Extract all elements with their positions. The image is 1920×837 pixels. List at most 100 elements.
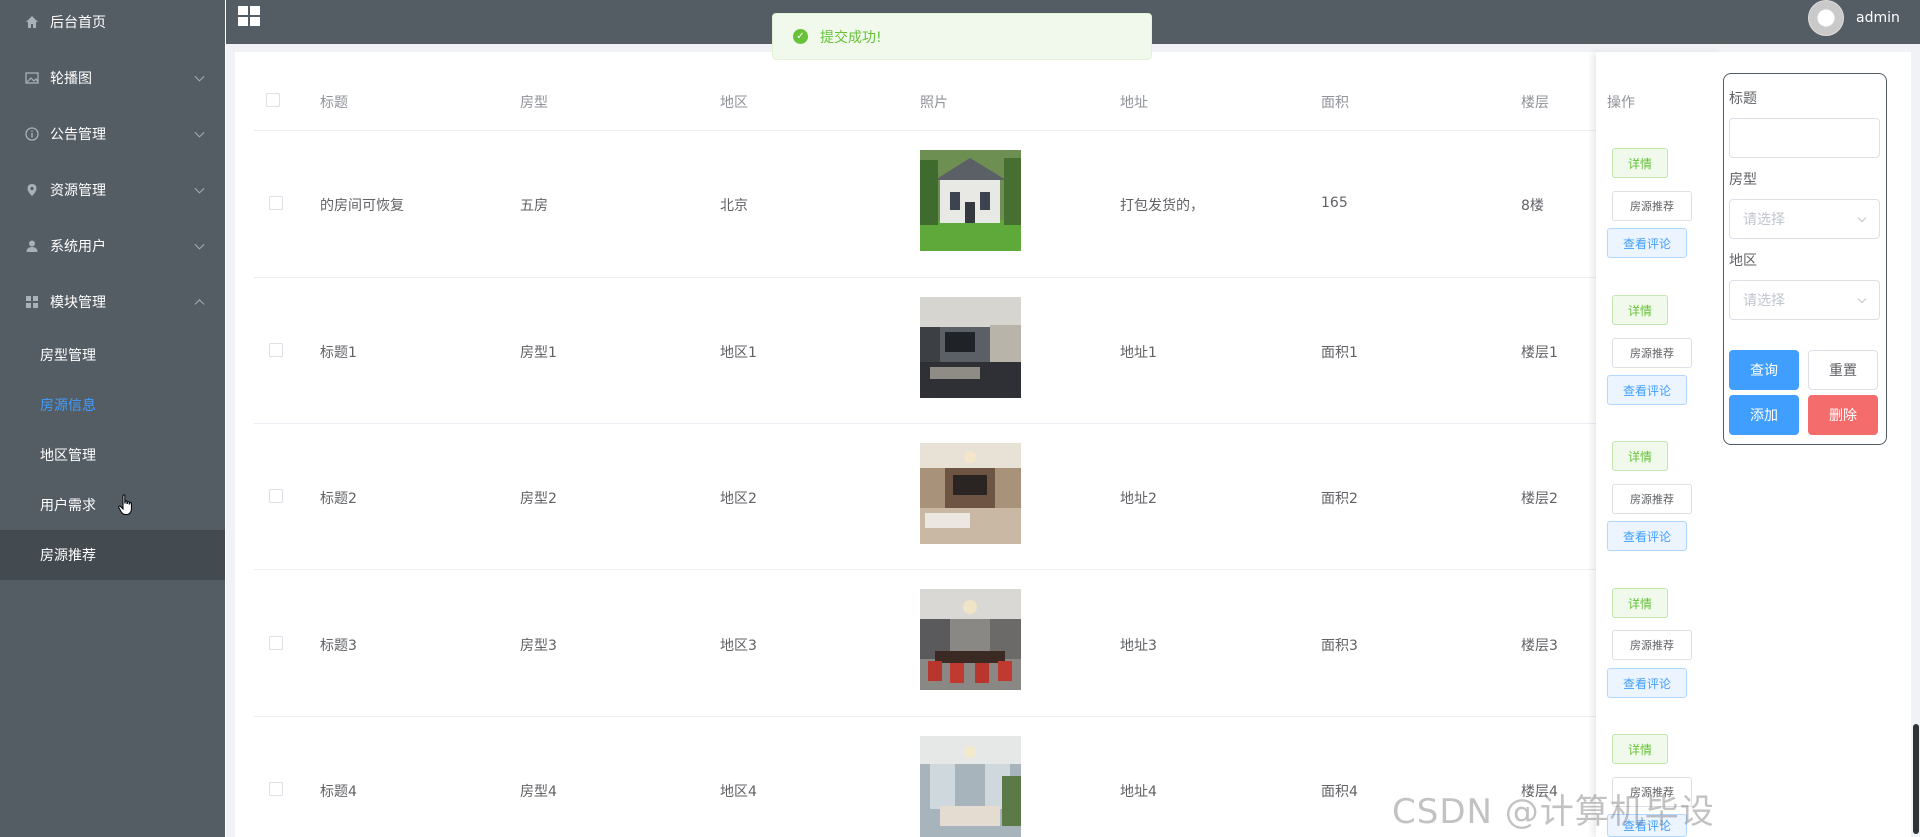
chevron-down-icon bbox=[194, 183, 205, 194]
user-icon bbox=[24, 238, 40, 254]
view-comments-button[interactable]: 查看评论 bbox=[1607, 521, 1687, 551]
info-icon bbox=[24, 126, 40, 142]
view-comments-button[interactable]: 查看评论 bbox=[1607, 375, 1687, 405]
home-icon bbox=[24, 14, 40, 30]
menu-item-notice[interactable]: 公告管理 bbox=[0, 106, 225, 162]
detail-button[interactable]: 详情 bbox=[1612, 734, 1668, 764]
sidebar: 后台首页 轮播图 公告管理 资源管理 系统用户 模块管理 房型管理 房源信息 地… bbox=[0, 0, 225, 837]
cell-region: 地区2 bbox=[720, 491, 757, 507]
row-checkbox[interactable] bbox=[269, 196, 283, 210]
submenu-label: 房源信息 bbox=[40, 398, 96, 414]
vertical-scrollbar[interactable] bbox=[1912, 44, 1920, 837]
view-comments-button[interactable]: 查看评论 bbox=[1607, 668, 1687, 698]
region-filter-select[interactable]: 请选择 bbox=[1729, 280, 1880, 320]
cell-address: 地址1 bbox=[1120, 345, 1157, 361]
column-header-floor: 楼层 bbox=[1521, 95, 1549, 111]
recommend-button[interactable]: 房源推荐 bbox=[1612, 191, 1692, 221]
submenu-label: 房型管理 bbox=[40, 348, 96, 364]
cell-address: 地址2 bbox=[1120, 491, 1157, 507]
row-checkbox[interactable] bbox=[269, 489, 283, 503]
row-checkbox[interactable] bbox=[269, 636, 283, 650]
column-header-photo: 照片 bbox=[920, 95, 948, 111]
detail-button[interactable]: 详情 bbox=[1612, 148, 1668, 178]
living-room-photo[interactable] bbox=[920, 443, 1021, 544]
cell-floor: 楼层1 bbox=[1521, 345, 1558, 361]
submenu-label: 房源推荐 bbox=[40, 548, 96, 564]
type-filter-select[interactable]: 请选择 bbox=[1729, 199, 1880, 239]
select-placeholder: 请选择 bbox=[1743, 212, 1785, 228]
search-panel: 标题 房型 请选择 地区 请选择 查询 重置 添加 删除 bbox=[1723, 73, 1887, 445]
chevron-down-icon bbox=[1857, 294, 1867, 304]
menu-item-users[interactable]: 系统用户 bbox=[0, 218, 225, 274]
column-header-region: 地区 bbox=[720, 95, 748, 111]
picture-icon bbox=[24, 70, 40, 86]
menu-item-label: 资源管理 bbox=[50, 183, 106, 199]
cell-floor: 楼层3 bbox=[1521, 638, 1558, 654]
row-divider bbox=[254, 716, 1720, 717]
cell-address: 地址4 bbox=[1120, 784, 1157, 800]
avatar[interactable] bbox=[1808, 0, 1844, 36]
column-header-type: 房型 bbox=[520, 95, 548, 111]
cell-type: 房型2 bbox=[520, 491, 557, 507]
recommend-button[interactable]: 房源推荐 bbox=[1612, 338, 1692, 368]
reset-button[interactable]: 重置 bbox=[1808, 350, 1878, 390]
menu-grid-icon bbox=[24, 294, 40, 310]
submenu-label: 用户需求 bbox=[40, 498, 96, 514]
hand-cursor-icon bbox=[118, 494, 132, 515]
success-toast: ✓ 提交成功! bbox=[772, 13, 1152, 60]
recommend-button[interactable]: 房源推荐 bbox=[1612, 484, 1692, 514]
submenu-item-regions[interactable]: 地区管理 bbox=[0, 430, 225, 480]
row-checkbox[interactable] bbox=[269, 782, 283, 796]
cell-area: 面积2 bbox=[1321, 491, 1358, 507]
cell-area: 面积4 bbox=[1321, 784, 1358, 800]
recommend-button[interactable]: 房源推荐 bbox=[1612, 630, 1692, 660]
dining-room-photo[interactable] bbox=[920, 589, 1021, 690]
region-filter-label: 地区 bbox=[1729, 253, 1757, 269]
house-exterior-photo[interactable] bbox=[920, 150, 1021, 251]
view-comments-button[interactable]: 查看评论 bbox=[1607, 228, 1687, 258]
submenu-item-listings[interactable]: 房源信息 bbox=[0, 380, 225, 430]
submenu-item-room-type[interactable]: 房型管理 bbox=[0, 330, 225, 380]
menu-item-label: 轮播图 bbox=[50, 71, 92, 87]
menu-item-home[interactable]: 后台首页 bbox=[0, 0, 225, 50]
cell-area: 面积3 bbox=[1321, 638, 1358, 654]
chevron-down-icon bbox=[194, 239, 205, 250]
query-button[interactable]: 查询 bbox=[1729, 350, 1799, 390]
row-divider bbox=[254, 569, 1720, 570]
delete-button[interactable]: 删除 bbox=[1808, 395, 1878, 435]
submenu-label: 地区管理 bbox=[40, 448, 96, 464]
menu-item-banner[interactable]: 轮播图 bbox=[0, 50, 225, 106]
chevron-down-icon bbox=[194, 127, 205, 138]
cell-area: 面积1 bbox=[1321, 345, 1358, 361]
cell-title: 标题1 bbox=[320, 345, 357, 361]
living-room-photo[interactable] bbox=[920, 736, 1021, 837]
watermark: CSDN @计算机毕设vx_jsjbs999 bbox=[1392, 792, 1715, 837]
row-divider bbox=[254, 277, 1720, 278]
cell-region: 地区1 bbox=[720, 345, 757, 361]
menu-item-label: 后台首页 bbox=[50, 15, 106, 31]
cell-region: 北京 bbox=[720, 198, 748, 214]
detail-button[interactable]: 详情 bbox=[1612, 588, 1668, 618]
admin-username[interactable]: admin bbox=[1856, 10, 1900, 26]
add-button[interactable]: 添加 bbox=[1729, 395, 1799, 435]
row-divider bbox=[254, 130, 1720, 131]
submenu-item-recommend[interactable]: 房源推荐 bbox=[0, 530, 225, 580]
menu-item-label: 公告管理 bbox=[50, 127, 106, 143]
menu-item-resource[interactable]: 资源管理 bbox=[0, 162, 225, 218]
menu-item-label: 模块管理 bbox=[50, 295, 106, 311]
living-room-photo[interactable] bbox=[920, 297, 1021, 398]
detail-button[interactable]: 详情 bbox=[1612, 441, 1668, 471]
column-header-title: 标题 bbox=[320, 95, 348, 111]
title-filter-input[interactable] bbox=[1729, 118, 1880, 158]
chevron-up-icon bbox=[194, 299, 205, 310]
menu-item-modules[interactable]: 模块管理 bbox=[0, 274, 225, 330]
select-all-checkbox[interactable] bbox=[266, 93, 280, 107]
column-header-actions: 操作 bbox=[1607, 95, 1635, 111]
collapse-grid-icon[interactable] bbox=[238, 6, 262, 28]
row-checkbox[interactable] bbox=[269, 343, 283, 357]
type-filter-label: 房型 bbox=[1729, 172, 1757, 188]
cell-title: 的房间可恢复 bbox=[320, 198, 404, 214]
submenu-item-user-demand[interactable]: 用户需求 bbox=[0, 480, 225, 530]
column-header-area: 面积 bbox=[1321, 95, 1349, 111]
detail-button[interactable]: 详情 bbox=[1612, 295, 1668, 325]
